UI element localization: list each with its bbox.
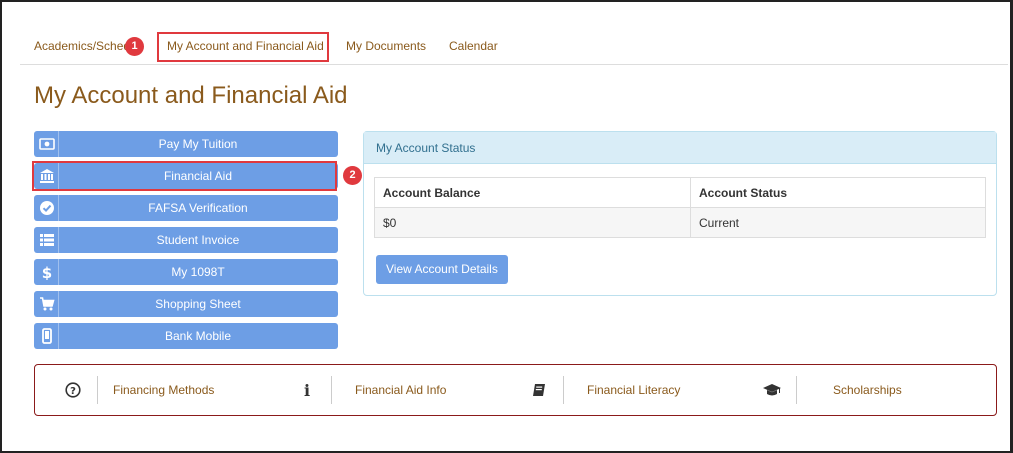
resource-links-bar: ? Financing Methods i Financial Aid Info… bbox=[34, 364, 997, 416]
account-status-value: Current bbox=[690, 207, 986, 238]
account-status-panel: My Account Status Account Balance Accoun… bbox=[363, 131, 997, 296]
column-header-balance: Account Balance bbox=[374, 177, 691, 208]
info-icon: i bbox=[297, 380, 317, 400]
graduation-cap-icon bbox=[762, 380, 782, 400]
menu-label: Student Invoice bbox=[156, 233, 240, 247]
question-circle-icon: ? bbox=[63, 380, 83, 400]
menu-label: Bank Mobile bbox=[164, 329, 232, 343]
list-icon bbox=[38, 231, 56, 249]
scholarships-item[interactable]: Scholarships bbox=[762, 365, 902, 415]
student-invoice-button[interactable]: Student Invoice bbox=[34, 227, 338, 253]
link-separator bbox=[331, 376, 332, 404]
shopping-sheet-button[interactable]: Shopping Sheet bbox=[34, 291, 338, 317]
link-separator bbox=[796, 376, 797, 404]
check-circle-icon bbox=[38, 199, 56, 217]
column-header-status: Account Status bbox=[690, 177, 986, 208]
page-title: My Account and Financial Aid bbox=[34, 82, 348, 109]
financial-aid-info-link[interactable]: Financial Aid Info bbox=[355, 365, 446, 415]
svg-text:?: ? bbox=[70, 386, 76, 397]
account-balance-value: $0 bbox=[374, 207, 691, 238]
tab-my-documents[interactable]: My Documents bbox=[346, 39, 426, 53]
step-badge-2: 2 bbox=[343, 166, 362, 185]
browser-frame: Academics/Sched My Account and Financial… bbox=[0, 0, 1013, 453]
money-icon bbox=[38, 135, 56, 153]
financial-literacy-link[interactable]: Financial Literacy bbox=[587, 365, 680, 415]
book-icon bbox=[529, 380, 549, 400]
link-separator bbox=[97, 376, 98, 404]
svg-text:$: $ bbox=[42, 264, 52, 280]
step-badge-1: 1 bbox=[125, 37, 144, 56]
account-status-table: Account Balance Account Status $0 Curren… bbox=[374, 177, 986, 238]
cart-icon bbox=[38, 295, 56, 313]
menu-label: FAFSA Verification bbox=[148, 201, 248, 215]
view-account-details-button[interactable]: View Account Details bbox=[376, 255, 508, 284]
scholarships-link[interactable]: Scholarships bbox=[833, 365, 902, 415]
link-separator bbox=[563, 376, 564, 404]
pay-my-tuition-button[interactable]: Pay My Tuition bbox=[34, 131, 338, 157]
my-1098t-button[interactable]: $ My 1098T bbox=[34, 259, 338, 285]
dollar-icon: $ bbox=[38, 263, 56, 281]
menu-label: My 1098T bbox=[171, 265, 225, 279]
svg-text:i: i bbox=[304, 382, 310, 398]
financing-methods-link[interactable]: Financing Methods bbox=[113, 365, 214, 415]
highlight-box-tab bbox=[157, 32, 329, 62]
highlight-box-financial-aid bbox=[32, 161, 337, 191]
table-row: $0 Current bbox=[374, 207, 986, 238]
tab-calendar[interactable]: Calendar bbox=[449, 39, 498, 53]
mobile-icon bbox=[38, 327, 56, 345]
financing-methods-item[interactable]: ? Financing Methods bbox=[63, 365, 214, 415]
bank-mobile-button[interactable]: Bank Mobile bbox=[34, 323, 338, 349]
panel-title: My Account Status bbox=[364, 132, 996, 164]
tab-academics[interactable]: Academics/Sched bbox=[34, 39, 130, 53]
menu-label: Pay My Tuition bbox=[158, 137, 238, 151]
fafsa-verification-button[interactable]: FAFSA Verification bbox=[34, 195, 338, 221]
financial-literacy-item[interactable]: Financial Literacy bbox=[529, 365, 680, 415]
financial-aid-info-item[interactable]: i Financial Aid Info bbox=[297, 365, 446, 415]
table-header-row: Account Balance Account Status bbox=[374, 177, 986, 208]
menu-label: Shopping Sheet bbox=[155, 297, 241, 311]
